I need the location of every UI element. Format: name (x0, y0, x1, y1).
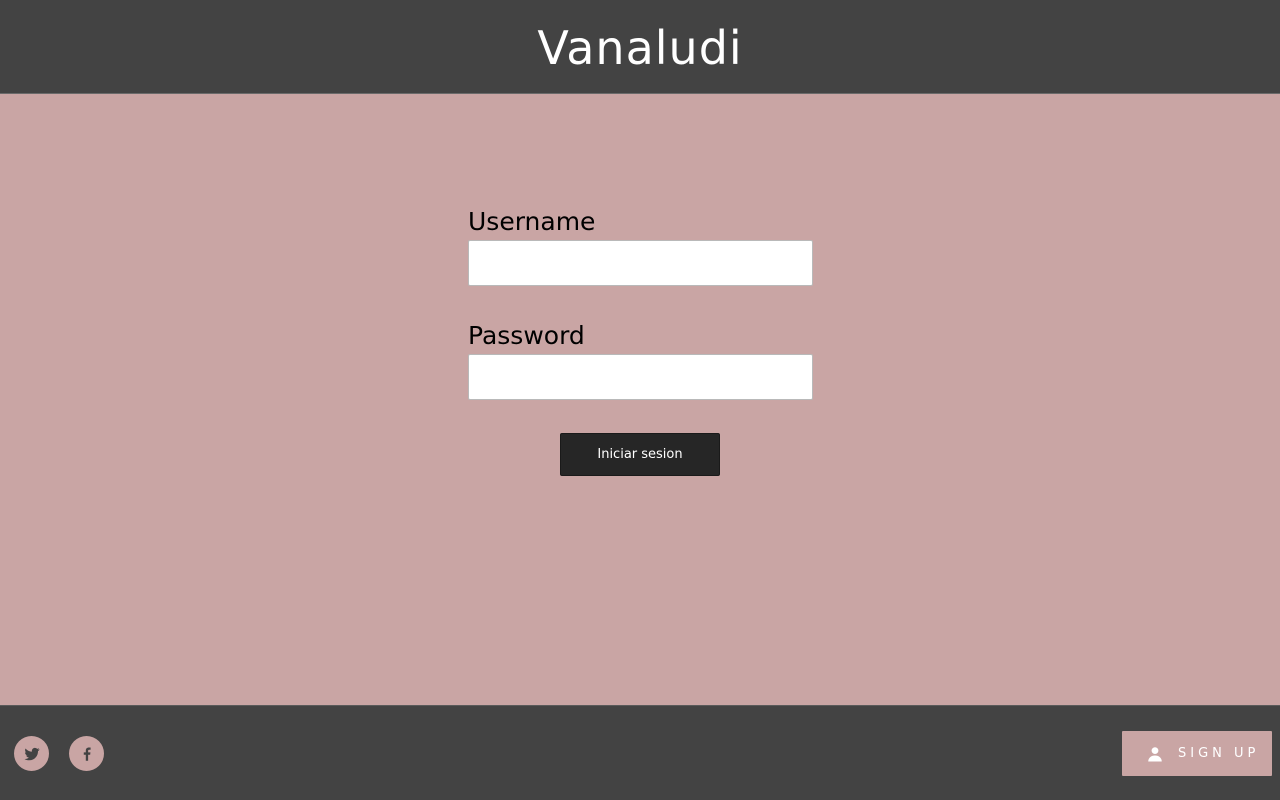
facebook-icon (83, 746, 91, 761)
login-form: Username Password Iniciar sesion (468, 207, 813, 476)
site-footer: SIGN UP (0, 705, 1280, 800)
twitter-link[interactable] (14, 736, 49, 771)
site-header: Vanaludi (0, 0, 1280, 94)
username-group: Username (468, 207, 813, 286)
password-label: Password (468, 321, 585, 350)
signup-label: SIGN UP (1178, 746, 1260, 761)
main-content: Username Password Iniciar sesion (0, 95, 1280, 705)
twitter-icon (24, 747, 39, 760)
username-label: Username (468, 207, 596, 236)
facebook-link[interactable] (69, 736, 104, 771)
username-input[interactable] (468, 240, 813, 286)
password-input[interactable] (468, 354, 813, 400)
signup-button[interactable]: SIGN UP (1122, 731, 1272, 776)
password-group: Password (468, 321, 813, 400)
user-icon (1148, 746, 1162, 761)
site-title: Vanaludi (537, 20, 743, 75)
login-button[interactable]: Iniciar sesion (560, 433, 720, 476)
